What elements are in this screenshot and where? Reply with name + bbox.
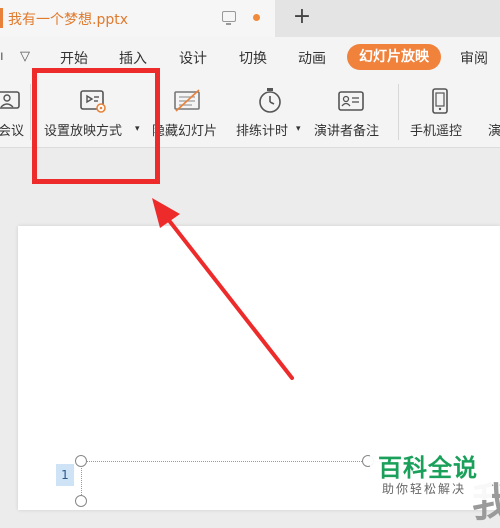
annotation-arrow-icon xyxy=(152,198,294,380)
